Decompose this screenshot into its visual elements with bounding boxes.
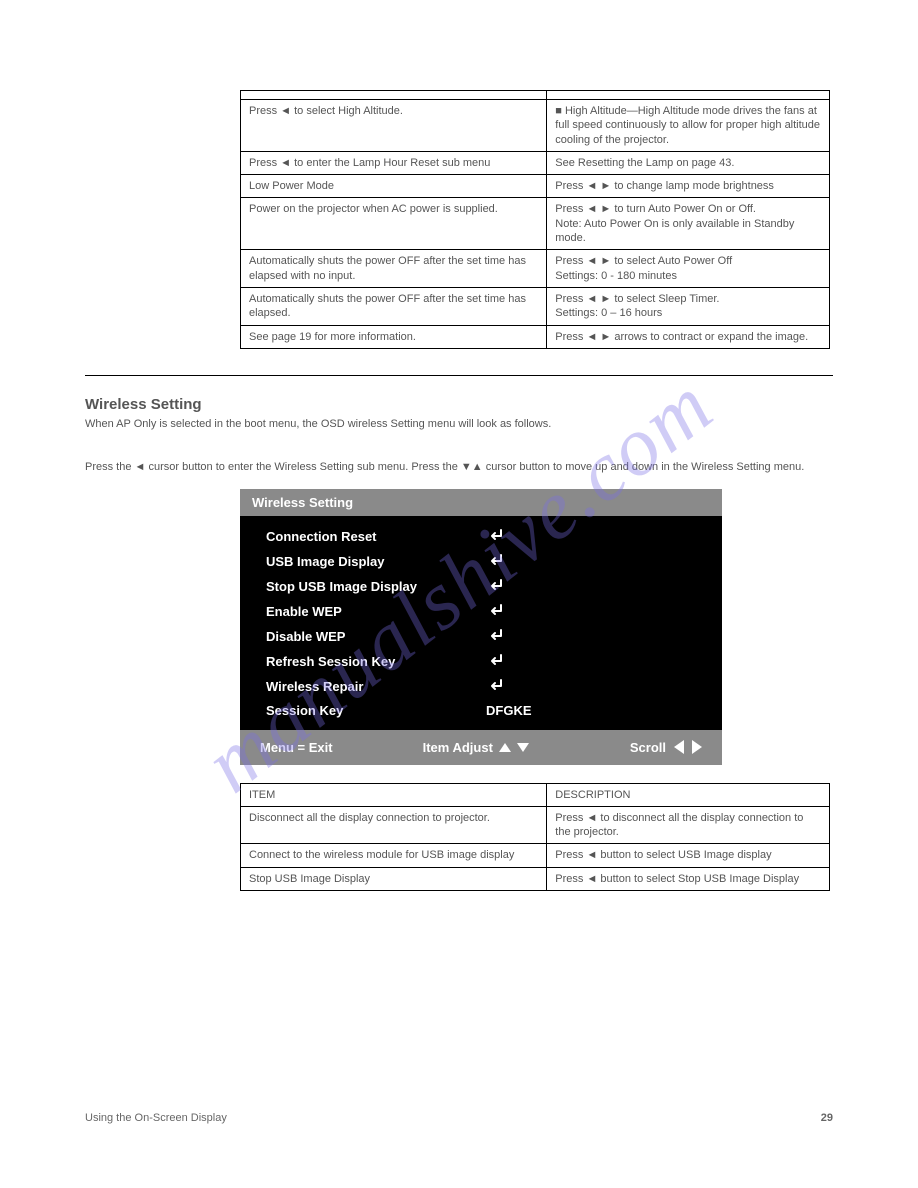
osd-footer-right: Scroll bbox=[630, 740, 666, 755]
table-cell: ■ High Altitude—High Altitude mode drive… bbox=[547, 100, 830, 152]
table-cell: Stop USB Image Display bbox=[241, 867, 547, 890]
page-content: Press ◄ to select High Altitude.■ High A… bbox=[0, 0, 918, 951]
enter-icon bbox=[486, 528, 506, 545]
enter-icon bbox=[486, 578, 506, 595]
osd-menu-list: Connection Reset USB Image Display Stop US… bbox=[240, 516, 722, 730]
table-row: See page 19 for more information.Press ◄… bbox=[241, 325, 830, 348]
page-footer: Using the On-Screen Display 29 bbox=[85, 1112, 833, 1124]
osd-item-label: Refresh Session Key bbox=[266, 654, 486, 669]
osd-item-label: Disable WEP bbox=[266, 629, 486, 644]
osd-menu-item[interactable]: Refresh Session Key bbox=[240, 649, 722, 674]
osd-item-label: Enable WEP bbox=[266, 604, 486, 619]
table-row: Stop USB Image DisplayPress ◄ button to … bbox=[241, 867, 830, 890]
enter-icon bbox=[486, 553, 506, 570]
triangle-right-icon bbox=[692, 740, 702, 754]
table-cell: Power on the projector when AC power is … bbox=[241, 198, 547, 250]
section-subnote: Press the ◄ cursor button to enter the W… bbox=[85, 460, 833, 475]
table-cell: See Resetting the Lamp on page 43. bbox=[547, 151, 830, 174]
table-row: Connect to the wireless module for USB i… bbox=[241, 844, 830, 867]
osd-footer-mid: Item Adjust bbox=[423, 740, 493, 755]
osd-menu-item[interactable]: USB Image Display bbox=[240, 549, 722, 574]
table-row: Automatically shuts the power OFF after … bbox=[241, 250, 830, 288]
spec-table-2: ITEMDESCRIPTIONDisconnect all the displa… bbox=[240, 783, 830, 891]
table-header-cell: ITEM bbox=[241, 783, 547, 806]
triangle-down-icon bbox=[517, 743, 529, 752]
table-cell: Press ◄ to disconnect all the display co… bbox=[547, 806, 830, 844]
triangle-up-icon bbox=[499, 743, 511, 752]
table-cell: Press ◄ to select High Altitude. bbox=[241, 100, 547, 152]
table-row: Press ◄ to enter the Lamp Hour Reset sub… bbox=[241, 151, 830, 174]
osd-menu-item[interactable]: Session KeyDFGKE bbox=[240, 699, 722, 722]
osd-screenshot: Wireless Setting Connection Reset USB Ima… bbox=[240, 489, 722, 765]
table-header-row: ITEMDESCRIPTION bbox=[241, 783, 830, 806]
table-header-cell: DESCRIPTION bbox=[547, 783, 830, 806]
triangle-left-icon bbox=[674, 740, 684, 754]
table-row: Low Power ModePress ◄ ► to change lamp m… bbox=[241, 175, 830, 198]
table-row: Automatically shuts the power OFF after … bbox=[241, 287, 830, 325]
osd-item-label: USB Image Display bbox=[266, 554, 486, 569]
osd-menu-item[interactable]: Enable WEP bbox=[240, 599, 722, 624]
table-cell: Press ◄ ► to change lamp mode brightness bbox=[547, 175, 830, 198]
osd-item-label: Wireless Repair bbox=[266, 679, 486, 694]
spec-table-1: Press ◄ to select High Altitude.■ High A… bbox=[240, 90, 830, 349]
table-cell bbox=[547, 91, 830, 100]
table-cell: Disconnect all the display connection to… bbox=[241, 806, 547, 844]
enter-icon bbox=[486, 628, 506, 645]
table-cell: Press ◄ ► to turn Auto Power On or Off.N… bbox=[547, 198, 830, 250]
osd-menu-item[interactable]: Disable WEP bbox=[240, 624, 722, 649]
table-cell: Automatically shuts the power OFF after … bbox=[241, 287, 547, 325]
table-cell: Press ◄ ► to select Auto Power OffSettin… bbox=[547, 250, 830, 288]
table-row: Power on the projector when AC power is … bbox=[241, 198, 830, 250]
section-title: Wireless Setting bbox=[85, 396, 833, 413]
osd-item-label: Stop USB Image Display bbox=[266, 579, 486, 594]
table-cell: Connect to the wireless module for USB i… bbox=[241, 844, 547, 867]
table-cell: Automatically shuts the power OFF after … bbox=[241, 250, 547, 288]
table-cell: Press ◄ button to select USB Image displ… bbox=[547, 844, 830, 867]
table-cell: Press ◄ button to select Stop USB Image … bbox=[547, 867, 830, 890]
enter-icon bbox=[486, 678, 506, 695]
footer-chapter: Using the On-Screen Display bbox=[85, 1112, 227, 1124]
footer-page-number: 29 bbox=[821, 1112, 833, 1124]
table-cell: See page 19 for more information. bbox=[241, 325, 547, 348]
osd-footer-left: Menu = Exit bbox=[260, 740, 333, 755]
enter-icon bbox=[486, 653, 506, 670]
section-note: When AP Only is selected in the boot men… bbox=[85, 417, 833, 432]
osd-item-label: Session Key bbox=[266, 703, 486, 718]
osd-menu-item[interactable]: Stop USB Image Display bbox=[240, 574, 722, 599]
osd-menu-item[interactable]: Wireless Repair bbox=[240, 674, 722, 699]
table-row: Disconnect all the display connection to… bbox=[241, 806, 830, 844]
enter-icon bbox=[486, 603, 506, 620]
section-divider bbox=[85, 375, 833, 376]
osd-footer: Menu = Exit Item Adjust Scroll bbox=[240, 730, 722, 765]
osd-title: Wireless Setting bbox=[240, 489, 722, 516]
table-cell: Low Power Mode bbox=[241, 175, 547, 198]
table-row: Press ◄ to select High Altitude.■ High A… bbox=[241, 100, 830, 152]
table-row bbox=[241, 91, 830, 100]
osd-item-label: Connection Reset bbox=[266, 529, 486, 544]
table-cell: Press ◄ ► to select Sleep Timer.Settings… bbox=[547, 287, 830, 325]
table-cell: Press ◄ ► arrows to contract or expand t… bbox=[547, 325, 830, 348]
osd-menu-item[interactable]: Connection Reset bbox=[240, 524, 722, 549]
table-cell bbox=[241, 91, 547, 100]
osd-item-value: DFGKE bbox=[486, 703, 532, 718]
table-cell: Press ◄ to enter the Lamp Hour Reset sub… bbox=[241, 151, 547, 174]
